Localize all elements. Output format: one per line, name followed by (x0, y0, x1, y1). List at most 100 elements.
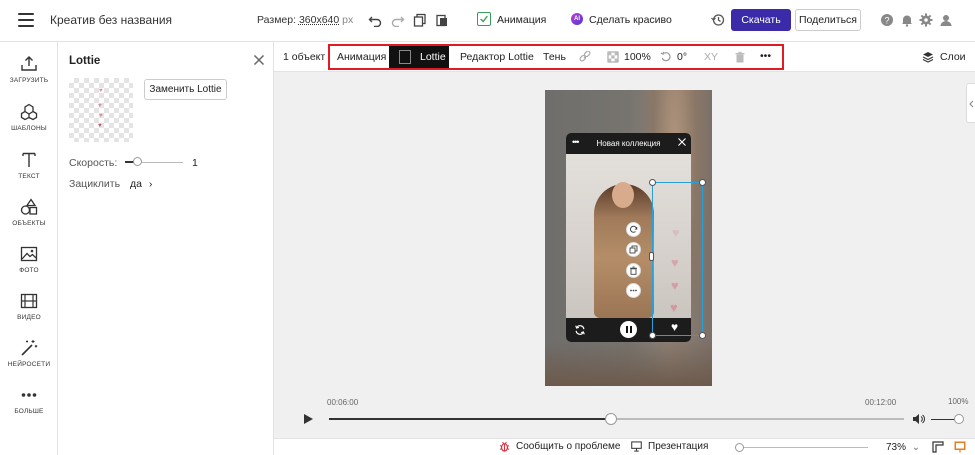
beautify-button[interactable]: Сделать красиво (589, 14, 672, 26)
presentation-button[interactable]: Презентация (631, 441, 708, 452)
close-icon[interactable] (253, 54, 265, 66)
monitor-icon (631, 441, 642, 452)
animation-checkbox[interactable] (477, 12, 491, 26)
report-problem-button[interactable]: Сообщить о проблеме (499, 441, 620, 452)
pause-icon[interactable] (620, 321, 637, 338)
rail-label: ВИДЕО (17, 314, 41, 321)
widget-header: ••• Новая коллекция (566, 133, 691, 154)
rotation-value[interactable]: 0° (677, 51, 687, 63)
volume-icon[interactable] (912, 413, 925, 425)
volume-percent: 100% (948, 397, 969, 406)
more-options-button[interactable]: ••• (760, 50, 771, 62)
canvas-size[interactable]: Размер: 360x640 px (257, 14, 353, 26)
volume-thumb[interactable] (954, 414, 964, 424)
hamburger-icon[interactable] (18, 13, 34, 27)
rail-item-text[interactable]: ТЕКСТ (0, 151, 58, 180)
history-icon[interactable] (710, 12, 726, 28)
heart-icon: ♥ (672, 225, 680, 240)
photo-icon (20, 246, 38, 262)
loop-label: Зациклить (69, 178, 121, 190)
rail-item-templates[interactable]: ШАБЛОНЫ (0, 103, 58, 132)
play-icon[interactable] (302, 413, 314, 425)
screen-icon[interactable] (954, 441, 966, 453)
resize-handle[interactable] (649, 252, 654, 261)
zoom-dropdown[interactable]: 73% ⌄ (886, 442, 920, 453)
rail-label: ТЕКСТ (18, 173, 40, 180)
rail-label: НЕЙРОСЕТИ (7, 361, 51, 368)
copy-icon[interactable] (412, 12, 428, 28)
paste-icon[interactable] (434, 12, 450, 28)
top-bar: Креатив без названия Размер: 360x640 px … (0, 0, 975, 42)
rail-item-video[interactable]: ВИДЕО (0, 292, 58, 321)
resize-handle[interactable] (699, 179, 706, 186)
heart-icon: ♥ (99, 88, 103, 94)
download-button[interactable]: Скачать (731, 9, 791, 31)
rotate-icon[interactable] (659, 50, 673, 64)
zoom-slider-thumb[interactable] (735, 443, 744, 452)
opacity-icon[interactable] (606, 50, 620, 64)
bell-icon[interactable] (899, 12, 915, 28)
help-icon[interactable]: ? (879, 12, 895, 28)
heart-icon: ♥ (98, 103, 102, 109)
presentation-label: Презентация (648, 441, 709, 452)
upload-icon (21, 56, 37, 71)
right-panel-toggle[interactable] (966, 83, 975, 123)
duplicate-icon[interactable] (626, 242, 641, 257)
size-value[interactable]: 360x640 (299, 14, 339, 26)
rail-item-upload[interactable]: ЗАГРУЗИТЬ (0, 55, 58, 84)
redo-icon[interactable] (390, 12, 406, 28)
grid-guides-icon[interactable] (932, 441, 944, 453)
heart-icon: ♥ (671, 278, 679, 293)
ai-icon: AI (571, 13, 583, 25)
rail-item-more[interactable]: БОЛЬШЕ (0, 386, 58, 415)
position-xy-button[interactable]: XY (704, 51, 718, 63)
layers-icon (922, 52, 934, 63)
speed-slider-thumb[interactable] (133, 157, 142, 166)
resize-handle[interactable] (649, 179, 656, 186)
trash-icon[interactable] (626, 263, 641, 278)
loop-dropdown[interactable]: да › (130, 178, 152, 190)
tab-lottie[interactable]: Lottie (389, 46, 449, 68)
animation-label[interactable]: Анимация (497, 14, 546, 26)
heart-icon: ♥ (671, 255, 679, 270)
chevron-left-icon (969, 100, 974, 108)
rail-label: ОБЪЕКТЫ (12, 220, 46, 227)
heart-icon[interactable]: ♥ (671, 321, 678, 333)
opacity-value[interactable]: 100% (624, 51, 651, 63)
magic-wand-icon (21, 340, 38, 356)
shadow-button[interactable]: Тень (543, 51, 566, 63)
rail-item-photo[interactable]: ФОТО (0, 245, 58, 274)
speed-label: Скорость: (69, 157, 118, 169)
rail-label: ШАБЛОНЫ (11, 125, 47, 132)
resize-handle[interactable] (649, 332, 656, 339)
model-face (612, 182, 634, 208)
account-icon[interactable] (938, 12, 954, 28)
zoom-value: 73% (886, 442, 907, 453)
trash-icon[interactable] (733, 50, 747, 64)
replay-icon[interactable] (573, 323, 587, 337)
more-dots-icon[interactable] (626, 283, 641, 298)
tab-animation[interactable]: Анимация (337, 51, 386, 63)
close-icon[interactable] (678, 138, 686, 146)
lottie-panel: Lottie ♥ ♥ ♥ ♥ Заменить Lottie Скорость:… (58, 42, 274, 455)
share-button[interactable]: Поделиться (795, 9, 861, 31)
replace-lottie-button[interactable]: Заменить Lottie (144, 79, 227, 100)
templates-icon (20, 103, 38, 121)
heart-icon: ♥ (98, 123, 102, 129)
rotate-handle-icon[interactable] (626, 222, 641, 237)
object-count: 1 объект (283, 51, 326, 63)
zoom-slider-track[interactable] (735, 447, 868, 448)
lottie-editor-button[interactable]: Редактор Lottie (460, 51, 534, 63)
rail-item-ai[interactable]: НЕЙРОСЕТИ (0, 339, 58, 368)
check-icon (480, 15, 488, 23)
gear-icon[interactable] (918, 12, 934, 28)
resize-handle[interactable] (699, 332, 706, 339)
timeline-total-time: 00:12:00 (865, 398, 897, 407)
undo-icon[interactable] (367, 12, 383, 28)
rail-item-objects[interactable]: ОБЪЕКТЫ (0, 198, 58, 227)
layers-button[interactable]: Слои (922, 51, 966, 63)
link-icon[interactable] (578, 50, 592, 64)
document-title[interactable]: Креатив без названия (50, 13, 172, 27)
svg-text:?: ? (884, 16, 889, 26)
timeline-scrubber[interactable] (605, 413, 617, 425)
